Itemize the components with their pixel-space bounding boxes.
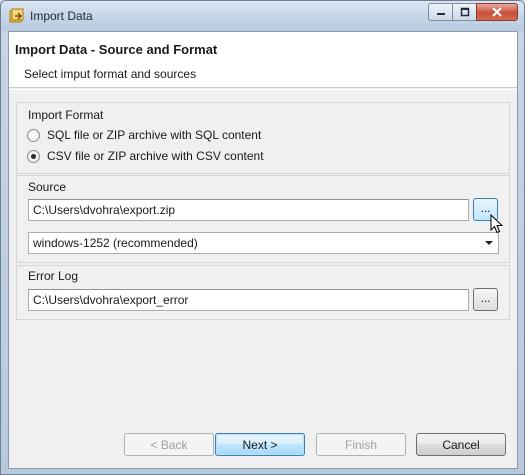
- error-log-label: Error Log: [28, 269, 79, 283]
- window-title: Import Data: [30, 9, 93, 23]
- error-log-browse-button[interactable]: ...: [473, 288, 498, 311]
- radio-sql[interactable]: [27, 128, 40, 142]
- radio-csv-option[interactable]: CSV file or ZIP archive with CSV content: [27, 149, 264, 163]
- source-group: Source C:\Users\dvohra\export.zip ... wi…: [16, 175, 510, 263]
- radio-csv[interactable]: [27, 149, 40, 163]
- import-data-dialog: Import Data Import Data - Source and For…: [0, 0, 525, 475]
- close-button[interactable]: [476, 3, 518, 21]
- maximize-button[interactable]: [452, 3, 477, 21]
- import-format-label: Import Format: [28, 108, 104, 122]
- error-log-path-input[interactable]: C:\Users\dvohra\export_error: [28, 289, 469, 311]
- close-icon: [492, 7, 502, 17]
- finish-button[interactable]: Finish: [316, 433, 406, 456]
- header-divider: [9, 89, 517, 90]
- back-button[interactable]: < Back: [124, 433, 214, 456]
- minimize-button[interactable]: [428, 3, 453, 21]
- dialog-body: Import Data - Source and Format Select i…: [8, 31, 518, 469]
- source-path-input[interactable]: C:\Users\dvohra\export.zip: [28, 199, 469, 221]
- chevron-down-icon: [485, 241, 493, 245]
- radio-csv-label: CSV file or ZIP archive with CSV content: [47, 149, 264, 163]
- mouse-cursor-icon: [490, 214, 504, 234]
- next-button[interactable]: Next >: [215, 433, 305, 456]
- wizard-header: Import Data - Source and Format Select i…: [9, 32, 517, 88]
- radio-sql-label: SQL file or ZIP archive with SQL content: [47, 128, 262, 142]
- maximize-icon: [460, 7, 469, 17]
- source-label: Source: [28, 180, 67, 194]
- encoding-value: windows-1252 (recommended): [33, 236, 198, 250]
- cancel-button[interactable]: Cancel: [416, 433, 506, 456]
- title-bar[interactable]: Import Data: [1, 1, 524, 31]
- encoding-select[interactable]: windows-1252 (recommended): [28, 232, 499, 254]
- import-format-group: Import Format SQL file or ZIP archive wi…: [16, 102, 510, 174]
- app-icon: [9, 8, 24, 23]
- error-log-group: Error Log C:\Users\dvohra\export_error .…: [16, 265, 510, 320]
- radio-sql-option[interactable]: SQL file or ZIP archive with SQL content: [27, 128, 261, 142]
- minimize-icon: [436, 13, 445, 15]
- page-title: Import Data - Source and Format: [15, 42, 218, 57]
- page-subtitle: Select imput format and sources: [24, 67, 197, 81]
